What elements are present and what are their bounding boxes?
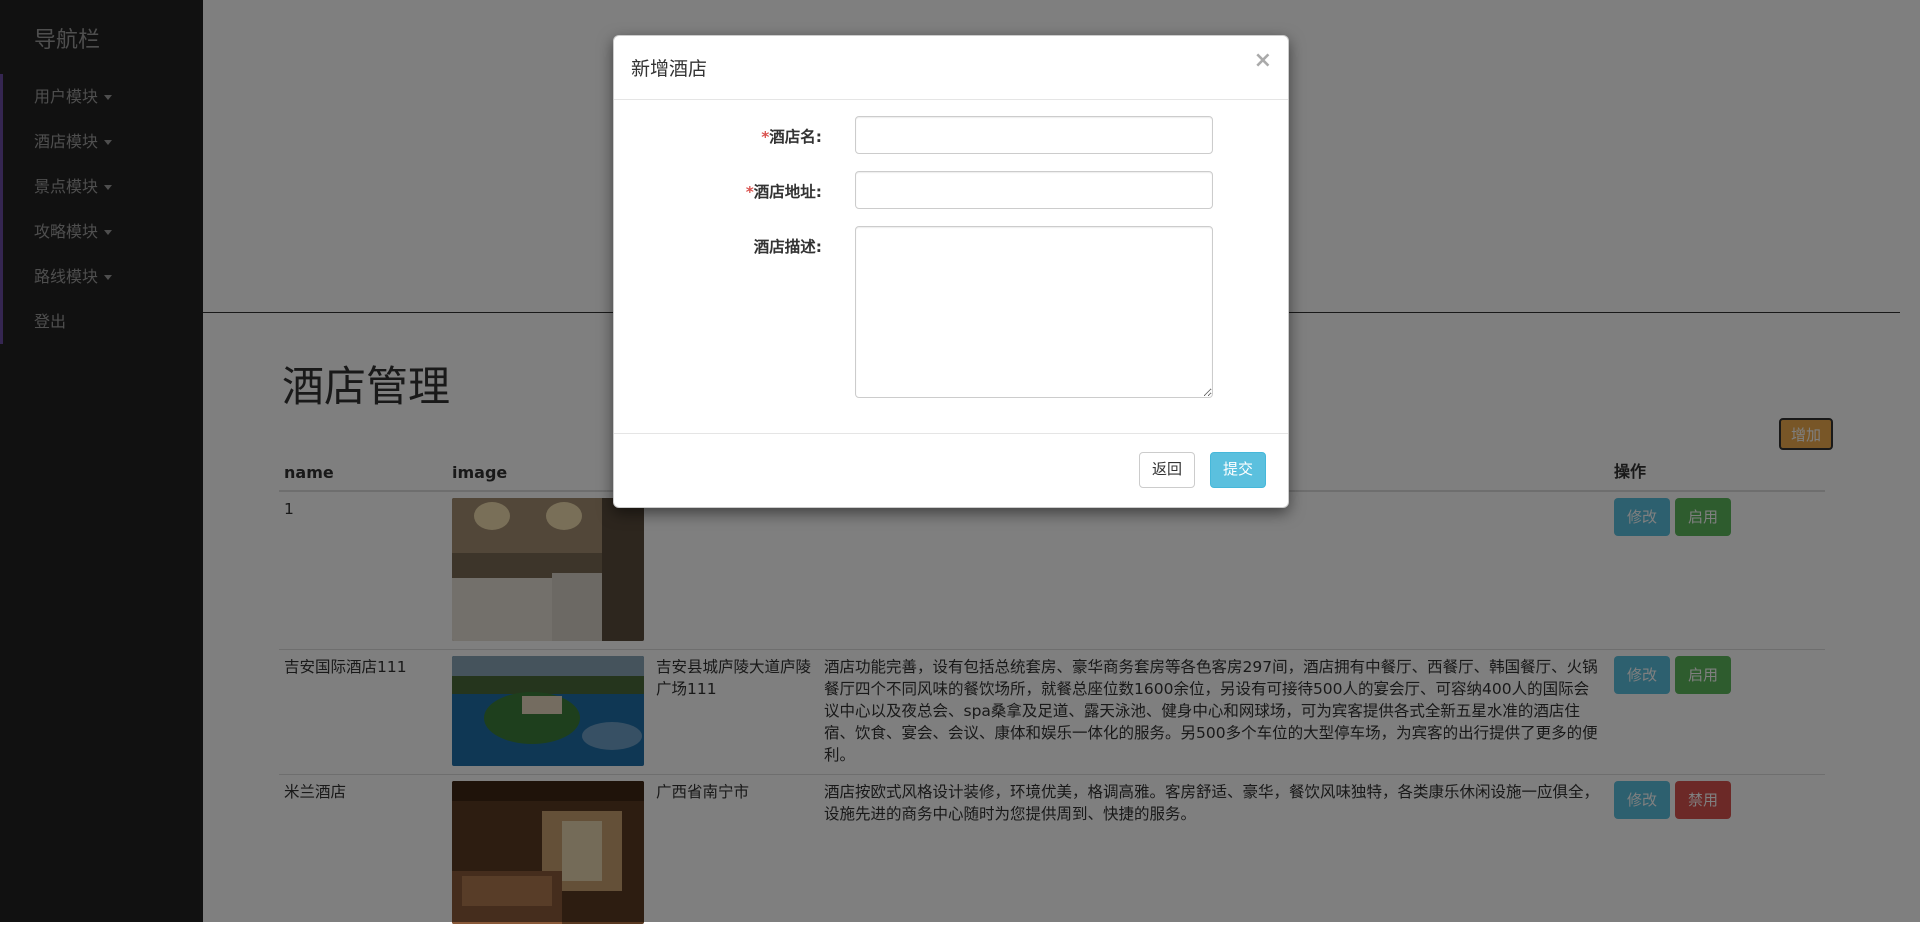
modal-title: 新增酒店: [631, 58, 708, 80]
hotel-description-label: 酒店描述:: [753, 238, 822, 256]
modal-footer: 返回 提交: [614, 433, 1288, 508]
submit-button[interactable]: 提交: [1210, 452, 1267, 488]
hotel-name-label: *酒店名:: [761, 128, 822, 146]
modal-header: 新增酒店 ×: [614, 36, 1288, 100]
close-icon[interactable]: ×: [1254, 48, 1272, 73]
required-mark: *: [745, 183, 754, 201]
add-hotel-modal: 新增酒店 × *酒店名: *酒店地址: 酒店描述: 返回 提交: [613, 35, 1289, 508]
hotel-name-input[interactable]: [855, 116, 1213, 154]
back-button[interactable]: 返回: [1139, 452, 1196, 488]
hotel-address-input[interactable]: [855, 171, 1213, 209]
hotel-address-label: *酒店地址:: [745, 183, 822, 201]
hotel-description-textarea[interactable]: [855, 226, 1213, 398]
